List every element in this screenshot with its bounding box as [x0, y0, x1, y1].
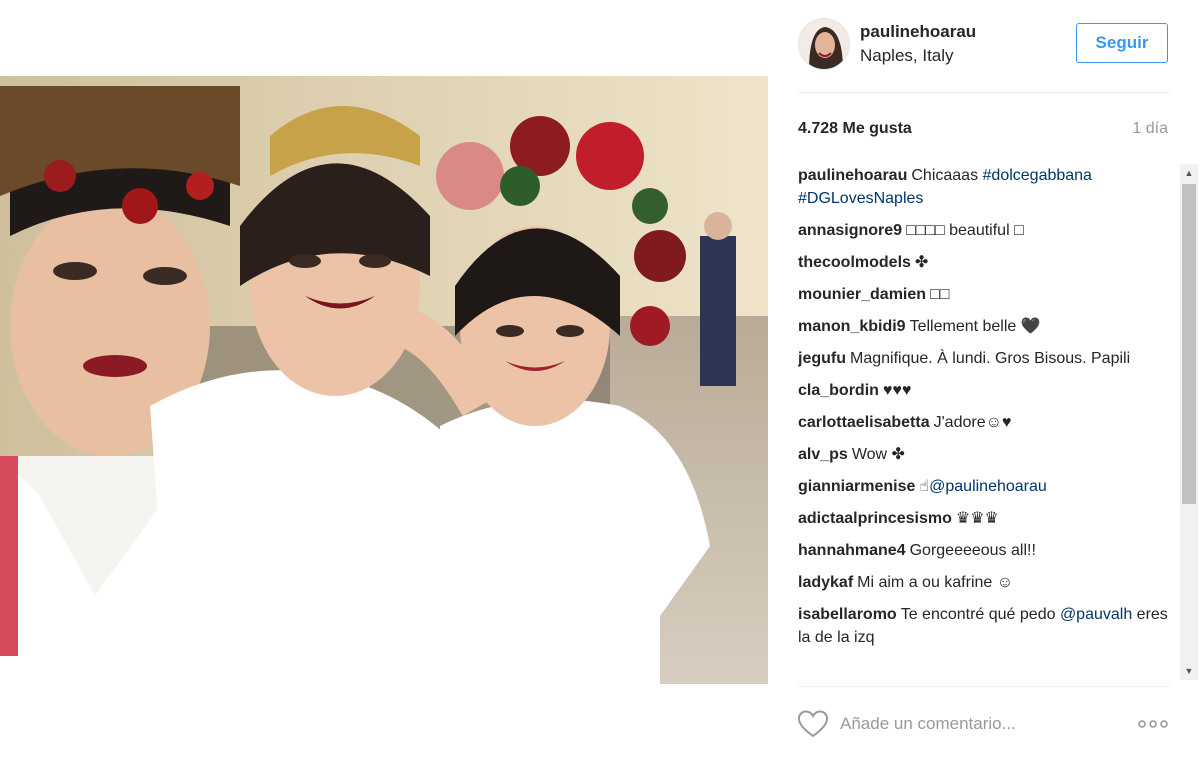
comment-item: annasignore9 □□□□ beautiful □ [798, 219, 1170, 242]
comment-username[interactable]: jegufu [798, 350, 846, 367]
comment-username[interactable]: thecoolmodels [798, 254, 911, 271]
comment-input[interactable] [840, 710, 1120, 738]
comment-item: cla_bordin ♥♥♥ [798, 379, 1170, 402]
comment-text: ✤ [914, 254, 929, 271]
comment-item: paulinehoarau Chicaaas #dolcegabbana #DGL… [798, 164, 1170, 210]
comment-text: ♛♛♛ [955, 510, 999, 527]
comment-item: alv_ps Wow ✤ [798, 443, 1170, 466]
comment-item: mounier_damien □□ [798, 283, 1170, 306]
comments-scrollbar[interactable]: ▲ ▼ [1180, 164, 1198, 680]
comment-link[interactable]: @paulinehoarau [929, 478, 1047, 495]
ellipsis-icon[interactable] [1136, 714, 1170, 734]
comment-text: J'adore☺♥ [933, 414, 1012, 431]
comment-text: Chicaaas [911, 167, 983, 184]
divider [798, 686, 1170, 687]
comment-username[interactable]: ladykaf [798, 574, 853, 591]
avatar[interactable] [798, 18, 850, 70]
comment-text: Magnifique. À lundi. Gros Bisous. Papili [850, 350, 1131, 367]
comment-text: Mi aim a ou kafrine ☺ [857, 574, 1014, 591]
comment-item: hannahmane4 Gorgeeeeous all!! [798, 539, 1170, 562]
likes-count[interactable]: 4.728 Me gusta [798, 120, 912, 138]
comment-item: thecoolmodels ✤ [798, 251, 1170, 274]
comment-text: □□□□ beautiful □ [906, 222, 1024, 239]
likes-row: 4.728 Me gusta 1 día [798, 118, 1170, 142]
comment-text: Wow ✤ [851, 446, 905, 463]
comment-username[interactable]: hannahmane4 [798, 542, 906, 559]
comment-username[interactable]: adictaalprincesismo [798, 510, 952, 527]
comment-text: ☝ [919, 478, 930, 495]
comment-text: Tellement belle 🖤 [909, 318, 1041, 335]
comment-link[interactable]: #dolcegabbana [983, 167, 1092, 184]
comment-username[interactable]: isabellaromo [798, 606, 897, 623]
comment-username[interactable]: paulinehoarau [798, 167, 907, 184]
comment-link[interactable]: @pauvalh [1060, 606, 1132, 623]
photo-illustration [0, 76, 768, 684]
follow-button[interactable]: Seguir [1076, 23, 1168, 63]
comment-item: adictaalprincesismo ♛♛♛ [798, 507, 1170, 530]
scrollbar-thumb[interactable] [1182, 184, 1196, 504]
heart-outline-icon[interactable] [798, 710, 828, 738]
comment-username[interactable]: cla_bordin [798, 382, 879, 399]
comment-item: isabellaromo Te encontré qué pedo @pauval… [798, 603, 1170, 649]
comment-text: Te encontré qué pedo [900, 606, 1060, 623]
comment-username[interactable]: carlottaelisabetta [798, 414, 930, 431]
comment-item: carlottaelisabetta J'adore☺♥ [798, 411, 1170, 434]
scroll-down-arrow-icon[interactable]: ▼ [1180, 662, 1198, 680]
comment-username[interactable]: alv_ps [798, 446, 848, 463]
avatar-image [799, 19, 849, 69]
location[interactable]: Naples, Italy [860, 46, 954, 66]
comment-item: manon_kbidi9 Tellement belle 🖤 [798, 315, 1170, 338]
comment-item: gianniarmenise ☝@paulinehoarau [798, 475, 1170, 498]
post-photo[interactable] [0, 76, 768, 684]
comment-bar [798, 706, 1170, 742]
divider [798, 92, 1170, 93]
scroll-up-arrow-icon[interactable]: ▲ [1180, 164, 1198, 182]
post-details-panel: paulinehoarau Naples, Italy Seguir 4.728… [768, 0, 1200, 764]
comment-text: ♥♥♥ [882, 382, 912, 399]
comments-list[interactable]: paulinehoarau Chicaaas #dolcegabbana #DGL… [798, 164, 1170, 680]
post-header: paulinehoarau Naples, Italy Seguir [798, 16, 1170, 72]
comment-username[interactable]: gianniarmenise [798, 478, 915, 495]
comment-username[interactable]: manon_kbidi9 [798, 318, 906, 335]
comment-text: □□ [930, 286, 950, 303]
comment-username[interactable]: annasignore9 [798, 222, 902, 239]
post-time[interactable]: 1 día [1132, 120, 1168, 138]
comment-link[interactable]: #DGLovesNaples [798, 190, 923, 207]
comment-text: Gorgeeeeous all!! [909, 542, 1036, 559]
comment-item: ladykaf Mi aim a ou kafrine ☺ [798, 571, 1170, 594]
comment-username[interactable]: mounier_damien [798, 286, 926, 303]
username[interactable]: paulinehoarau [860, 22, 976, 42]
comment-item: jegufu Magnifique. À lundi. Gros Bisous. … [798, 347, 1170, 370]
